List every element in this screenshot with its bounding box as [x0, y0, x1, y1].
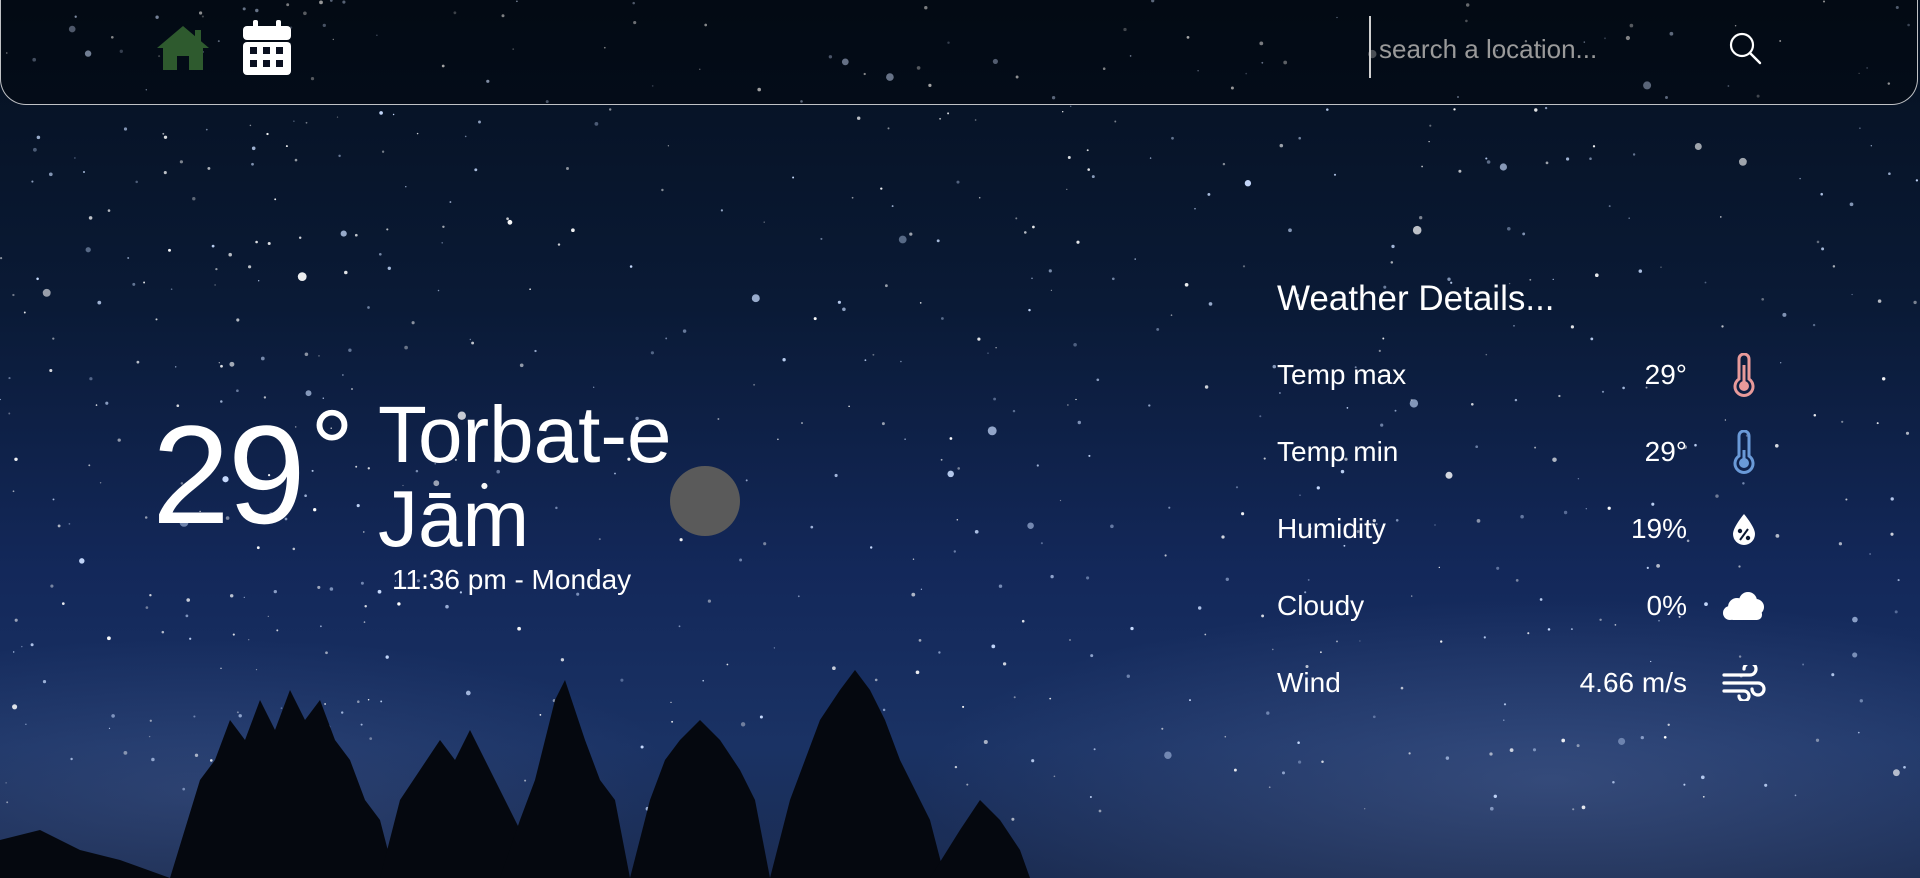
detail-value: 4.66 m/s	[1579, 667, 1687, 698]
detail-label: Temp max	[1277, 359, 1407, 390]
detail-label: Wind	[1277, 667, 1341, 698]
detail-row-temp-max: Temp max 29°	[1277, 350, 1777, 400]
details-title: Weather Details...	[1277, 279, 1555, 318]
search-bar	[1369, 16, 1769, 78]
thermometer-cold-icon	[1721, 429, 1767, 475]
humidity-drop-icon	[1721, 506, 1767, 552]
current-temperature: 29	[152, 396, 306, 553]
detail-row-wind: Wind 4.66 m/s	[1277, 658, 1777, 708]
wind-icon	[1721, 660, 1767, 706]
search-divider	[1369, 16, 1371, 78]
calendar-button[interactable]	[239, 20, 295, 76]
detail-row-cloudy: Cloudy 0%	[1277, 581, 1777, 631]
search-icon	[1729, 32, 1762, 65]
detail-value: 29°	[1644, 436, 1687, 467]
search-button[interactable]	[1725, 28, 1765, 68]
search-input[interactable]	[1377, 30, 1711, 68]
local-datetime: 11:36 pm - Monday	[392, 564, 632, 595]
home-button[interactable]	[155, 20, 211, 76]
cloud-icon	[1721, 583, 1767, 629]
thermometer-hot-icon	[1721, 352, 1767, 398]
detail-label: Humidity	[1277, 513, 1386, 544]
detail-row-humidity: Humidity 19%	[1277, 504, 1777, 554]
detail-row-temp-min: Temp min 29°	[1277, 427, 1777, 477]
detail-value: 0%	[1646, 590, 1687, 621]
calendar-icon	[243, 20, 291, 75]
detail-label: Temp min	[1277, 436, 1399, 467]
home-icon	[157, 26, 209, 70]
weather-app: 29 ° Torbat-e Jām 11:36 pm - Monday Weat…	[0, 0, 1920, 878]
detail-value: 29°	[1644, 359, 1687, 390]
degree-symbol: °	[310, 388, 354, 511]
top-navigation-bar	[0, 0, 1918, 105]
moon-icon	[670, 466, 740, 536]
detail-label: Cloudy	[1277, 590, 1365, 621]
detail-value: 19%	[1630, 513, 1687, 544]
city-name: Torbat-e Jām	[378, 390, 672, 563]
